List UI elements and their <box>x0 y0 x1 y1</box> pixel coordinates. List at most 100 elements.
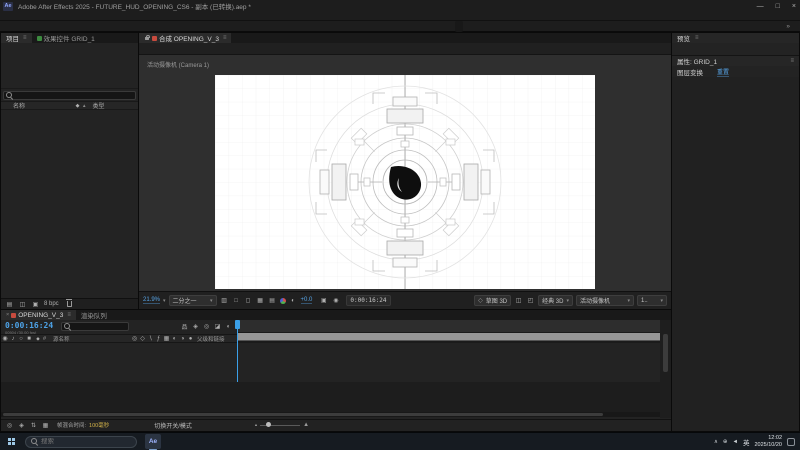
switch-frame-blend-icon[interactable]: ▦ <box>163 334 170 343</box>
region-of-interest-icon[interactable]: ◻ <box>244 296 253 305</box>
safe-margins-icon[interactable]: ▥ <box>220 296 229 305</box>
viewer-timecode[interactable]: 0:00:16:24 <box>346 295 390 306</box>
start-button[interactable] <box>8 438 15 445</box>
lock-column-icon[interactable]: ■ <box>25 334 33 343</box>
switch-3d-icon[interactable]: ● <box>187 334 194 343</box>
maximize-button[interactable]: □ <box>776 3 780 10</box>
parent-link-column[interactable]: 父级和链接 <box>197 335 225 343</box>
channels-icon[interactable] <box>280 298 286 304</box>
panel-menu-icon[interactable]: ≡ <box>695 35 699 41</box>
panel-menu-icon[interactable]: ≡ <box>23 35 27 41</box>
exposure-value[interactable]: +0.0 <box>301 297 313 304</box>
project-columns-header[interactable]: 名称 ◆ ▲ 类型 <box>1 101 138 110</box>
switch-collapse-icon[interactable]: ◇ <box>139 334 146 343</box>
mask-visibility-icon[interactable]: □ <box>232 296 241 305</box>
tray-clock[interactable]: 12:02 2025/10/20 <box>754 435 782 449</box>
reset-link[interactable]: 重置 <box>717 67 729 77</box>
timeline-search[interactable] <box>61 322 129 331</box>
timeline-timecode[interactable]: 0:00:16:24 <box>5 321 53 330</box>
zoom-slider-thumb[interactable] <box>266 422 271 427</box>
audio-column-icon[interactable]: ♪ <box>9 334 17 343</box>
zoom-out-icon[interactable]: ▴ <box>255 422 257 428</box>
active-camera-dropdown[interactable]: 活动摄像机 ▾ <box>576 295 634 306</box>
switch-motion-blur-icon[interactable]: ◐ <box>171 334 178 343</box>
draft-3d-toggle[interactable]: ◇ 草图 3D <box>474 295 511 306</box>
project-search[interactable] <box>3 91 136 100</box>
renderer-dropdown[interactable]: 经典 3D ▾ <box>538 295 573 306</box>
tray-language[interactable]: 英 <box>743 437 750 447</box>
viewer-zoom-dropdown[interactable]: 21.9% <box>143 297 160 304</box>
tab-project[interactable]: 项目 ≡ <box>1 33 32 43</box>
trash-icon[interactable] <box>67 301 72 307</box>
label-column-icon[interactable]: ◆ <box>73 101 82 110</box>
source-name-column[interactable]: 源名称 <box>53 335 70 343</box>
switch-shy-icon[interactable]: ◎ <box>131 334 138 343</box>
graph-editor-icon[interactable]: ◈ <box>17 421 26 430</box>
resolution-dropdown[interactable]: 二分之一 ▾ <box>169 295 217 306</box>
workspace-overflow-button[interactable]: » <box>780 21 796 32</box>
comp-mini-flowchart-icon[interactable]: 品 <box>180 322 189 331</box>
show-snapshot-icon[interactable]: ◉ <box>331 296 340 305</box>
tray-volume-icon[interactable]: ◄ <box>733 439 738 445</box>
column-type[interactable]: 类型 <box>92 101 104 110</box>
comp-viewer[interactable]: 活动摄像机 (Camera 1) <box>139 55 671 291</box>
switch-adjustment-icon[interactable]: ◑ <box>179 334 186 343</box>
panel-menu-icon[interactable]: ≡ <box>67 312 71 318</box>
ground-plane-icon[interactable]: ◫ <box>514 296 523 305</box>
timeline-horizontal-scrollbar[interactable] <box>1 412 660 417</box>
notification-center-icon[interactable] <box>787 438 795 446</box>
work-area-bar[interactable] <box>237 333 660 341</box>
tab-timeline-comp[interactable]: × OPENING_V_3 ≡ <box>1 310 76 320</box>
tab-render-queue[interactable]: 渲染队列 <box>76 310 112 320</box>
eye-column-icon[interactable]: ◉ <box>1 334 9 343</box>
view-layout-dropdown[interactable]: 1.. ▾ <box>637 295 667 306</box>
transparency-icon[interactable]: ▦ <box>41 421 50 430</box>
column-name[interactable]: 名称 <box>13 101 25 110</box>
interpret-footage-icon[interactable]: ▤ <box>5 300 14 309</box>
time-ruler[interactable] <box>237 320 660 333</box>
tab-composition[interactable]: 合成 OPENING_V_3 ≡ <box>139 33 231 43</box>
playhead[interactable] <box>237 320 238 382</box>
timeline-search-input[interactable] <box>73 324 126 330</box>
frame-blend-toggle-icon[interactable]: ◪ <box>213 322 222 331</box>
exposure-icon[interactable]: ◐ <box>289 296 298 305</box>
new-folder-icon[interactable]: ◫ <box>18 300 27 309</box>
project-search-input[interactable] <box>15 93 133 99</box>
snapshot-icon[interactable]: ▣ <box>319 296 328 305</box>
tray-chevron-up-icon[interactable]: ∧ <box>714 439 718 445</box>
close-icon[interactable]: × <box>6 312 9 318</box>
taskbar-search-input[interactable] <box>41 438 121 445</box>
panel-menu-icon[interactable]: ≡ <box>223 35 227 41</box>
playhead-head[interactable] <box>235 320 240 329</box>
properties-panel-header[interactable]: 属性: GRID_1 ≡ <box>672 56 799 66</box>
switch-fx-icon[interactable]: ƒ <box>155 334 162 343</box>
preview-panel-header[interactable]: 预览 ≡ <box>672 33 799 43</box>
guides-icon[interactable]: ▤ <box>268 296 277 305</box>
draft-3d-toggle-icon[interactable]: ◈ <box>191 322 200 331</box>
sort-icon[interactable]: ▲ <box>82 103 86 108</box>
tray-network-icon[interactable]: ⊕ <box>723 439 728 445</box>
toggle-switches-modes-button[interactable]: 切换开关/模式 <box>154 421 192 430</box>
comp-flowchart-icon[interactable]: ◎ <box>5 421 14 430</box>
switch-quality-icon[interactable]: ∖ <box>147 334 154 343</box>
tab-effect-controls[interactable]: 效果控件 GRID_1 <box>32 33 100 43</box>
timeline-vertical-scrollbar[interactable] <box>660 320 671 418</box>
expand-layers-icon[interactable]: ⇅ <box>29 421 38 430</box>
motion-blur-toggle-icon[interactable]: ◐ <box>224 322 233 331</box>
close-button[interactable]: × <box>792 3 796 10</box>
taskbar-ae-app[interactable]: Ae <box>145 434 161 449</box>
viewer-lock-icon[interactable] <box>145 37 149 40</box>
solo-column-icon[interactable]: ○ <box>17 334 25 343</box>
label-column-icon[interactable]: ◆ <box>33 334 43 343</box>
extended-viewer-icon[interactable]: ◰ <box>526 296 535 305</box>
transparency-grid-icon[interactable]: ▦ <box>256 296 265 305</box>
shy-toggle-icon[interactable]: ◎ <box>202 322 211 331</box>
new-composition-icon[interactable]: ▣ <box>31 300 40 309</box>
transform-section-row[interactable]: 图层变换 重置 <box>672 66 799 77</box>
minimize-button[interactable]: — <box>757 3 764 10</box>
panel-menu-icon[interactable]: ≡ <box>790 58 794 64</box>
project-bpc[interactable]: 8 bpc <box>44 301 59 307</box>
zoom-in-icon[interactable]: ▲ <box>303 422 309 428</box>
timeline-zoom-slider[interactable]: ▴ ▲ <box>255 422 309 428</box>
taskbar-search[interactable] <box>25 436 137 448</box>
